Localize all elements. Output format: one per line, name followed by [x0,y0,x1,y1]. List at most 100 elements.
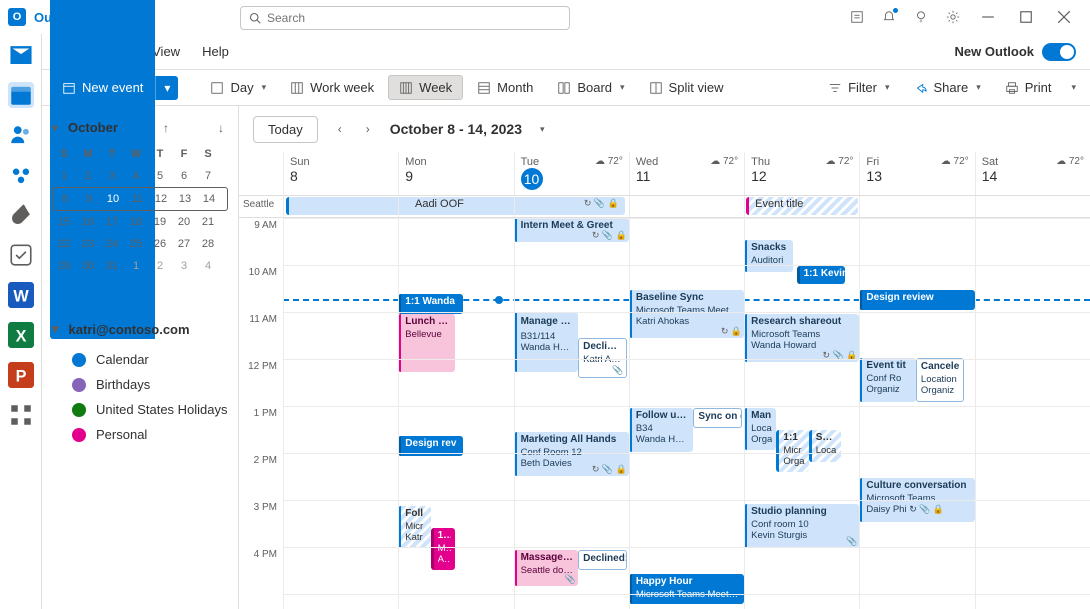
minical-day[interactable]: 3 [100,165,124,187]
chevron-down-icon[interactable]: ▾ [52,121,58,135]
time-cell[interactable] [514,547,629,594]
minical-day[interactable]: 12 [149,188,173,210]
rail-groups-icon[interactable] [8,162,34,188]
time-cell[interactable] [629,453,744,500]
time-cell[interactable] [975,359,1090,406]
time-cell[interactable] [975,500,1090,547]
time-cell[interactable] [859,547,974,594]
time-cell[interactable] [744,453,859,500]
minical-day[interactable]: 17 [100,211,124,233]
time-cell[interactable] [744,594,859,609]
time-cell[interactable] [514,594,629,609]
rail-people-icon[interactable] [8,122,34,148]
time-cell[interactable] [629,359,744,406]
minical-day[interactable]: 19 [148,211,172,233]
rail-excel-icon[interactable]: X [8,322,34,348]
minical-day[interactable]: 29 [52,255,76,277]
minical-day[interactable]: 15 [52,211,76,233]
minical-day[interactable]: 9 [77,188,101,210]
time-cell[interactable] [283,312,398,359]
minimize-button[interactable] [970,2,1006,32]
maximize-button[interactable] [1008,2,1044,32]
minical-day[interactable]: 26 [148,233,172,255]
time-cell[interactable] [629,218,744,265]
search-input[interactable] [267,11,561,25]
account-header[interactable]: ▾ katri@contoso.com [52,321,228,337]
minical-day[interactable]: 11 [125,188,149,210]
time-cell[interactable] [514,265,629,312]
share-button[interactable]: Share▾ [904,76,991,99]
allday-cell[interactable] [859,196,974,217]
time-cell[interactable] [975,312,1090,359]
day-header[interactable]: Mon9 [398,152,513,195]
rail-calendar-icon[interactable] [8,82,34,108]
allday-event[interactable]: Event title [746,197,858,215]
time-cell[interactable] [859,312,974,359]
view-week-button[interactable]: Week [388,75,463,100]
toolbar-overflow-icon[interactable]: ▾ [1065,78,1080,97]
prev-week-icon[interactable]: ‹ [334,122,346,136]
time-cell[interactable] [398,218,513,265]
mini-calendar[interactable]: SMTWTFS123456789101112131415161718192021… [52,143,228,277]
add-calendar-button[interactable]: Add calendar [52,291,228,307]
minical-day[interactable]: 8 [53,188,77,210]
minical-day[interactable]: 20 [172,211,196,233]
minical-day[interactable]: 13 [173,188,197,210]
calendar-item[interactable]: Personal [52,422,228,447]
view-day-button[interactable]: Day▾ [200,76,276,99]
minical-day[interactable]: 3 [172,255,196,277]
time-cell[interactable] [859,500,974,547]
rail-more-apps-icon[interactable] [8,402,34,428]
minical-day[interactable]: 2 [76,165,100,187]
minical-day[interactable]: 1 [124,255,148,277]
rail-mail-icon[interactable] [8,42,34,68]
time-cell[interactable] [398,453,513,500]
time-cell[interactable] [744,547,859,594]
time-cell[interactable] [859,218,974,265]
view-workweek-button[interactable]: Work week [280,76,384,99]
time-cell[interactable] [283,453,398,500]
minical-day[interactable]: 4 [196,255,220,277]
minical-day[interactable]: 27 [172,233,196,255]
time-cell[interactable] [398,547,513,594]
rail-todo-icon[interactable] [8,242,34,268]
filter-button[interactable]: Filter▾ [818,76,899,99]
time-cell[interactable] [398,359,513,406]
allday-cell[interactable] [975,196,1090,217]
time-cell[interactable] [744,359,859,406]
minical-day[interactable]: 2 [148,255,172,277]
time-cell[interactable] [744,312,859,359]
time-cell[interactable] [859,265,974,312]
settings-icon[interactable] [938,2,968,32]
time-cell[interactable] [514,500,629,547]
time-cell[interactable] [514,218,629,265]
time-cell[interactable] [975,218,1090,265]
day-header[interactable]: Sat14☁ 72° [975,152,1090,195]
day-header[interactable]: Sun8 [283,152,398,195]
allday-cell[interactable] [398,196,513,217]
range-chevron-icon[interactable]: ▾ [540,124,545,135]
new-event-chevron-icon[interactable]: ▾ [155,76,178,100]
close-button[interactable] [1046,2,1082,32]
time-cell[interactable] [283,547,398,594]
search-box[interactable] [240,6,570,30]
minical-day[interactable]: 16 [76,211,100,233]
time-cell[interactable] [629,265,744,312]
time-cell[interactable] [514,359,629,406]
print-button[interactable]: Print [995,76,1062,99]
calendar-item[interactable]: Birthdays [52,372,228,397]
minical-day[interactable]: 21 [196,211,220,233]
minical-day[interactable]: 4 [124,165,148,187]
minical-day[interactable]: 24 [100,233,124,255]
day-header[interactable]: Thu12☁ 72° [744,152,859,195]
time-cell[interactable] [629,312,744,359]
time-cell[interactable] [283,218,398,265]
time-cell[interactable] [514,312,629,359]
minical-day[interactable]: 18 [124,211,148,233]
next-week-icon[interactable]: › [362,122,374,136]
tab-help[interactable]: Help [202,44,229,59]
minical-day[interactable]: 31 [100,255,124,277]
minical-day[interactable]: 6 [172,165,196,187]
time-cell[interactable] [859,594,974,609]
allday-cell[interactable]: Aadi OOF ↻ 📎 🔒 [283,196,398,217]
